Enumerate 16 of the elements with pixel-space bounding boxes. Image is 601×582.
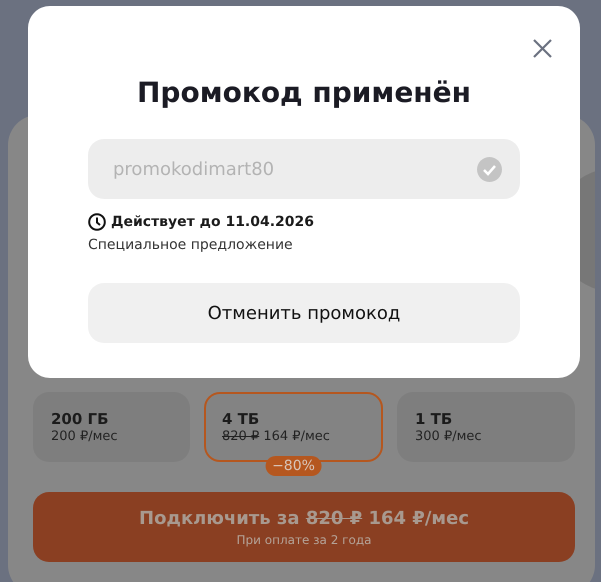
offer-note: Специальное предложение: [88, 237, 294, 253]
plan-price: 300 ₽/мес: [415, 429, 483, 444]
close-icon[interactable]: [533, 39, 552, 58]
plan-option[interactable]: 200 ГБ 200 ₽/мес: [33, 392, 190, 462]
discount-badge: −80%: [265, 456, 322, 476]
cancel-promo-button[interactable]: Отменить промокод: [88, 283, 520, 343]
plan-size: 4 ТБ: [222, 410, 260, 428]
plan-size: 200 ГБ: [51, 410, 110, 428]
dialog-title: Промокод применён: [136, 76, 472, 109]
subscribe-button[interactable]: Подключить за 820 ₽ 164 ₽/мес При оплате за 2 года: [33, 492, 575, 562]
plan-price: 820 ₽ 164 ₽/мес: [222, 429, 331, 444]
plan-price: 200 ₽/мес: [51, 429, 119, 444]
plan-size: 1 ТБ: [415, 410, 454, 428]
plan-option[interactable]: 1 ТБ 300 ₽/мес: [397, 392, 575, 462]
clock-icon: [88, 213, 106, 231]
validity-text: Действует до 11.04.2026: [111, 214, 314, 230]
